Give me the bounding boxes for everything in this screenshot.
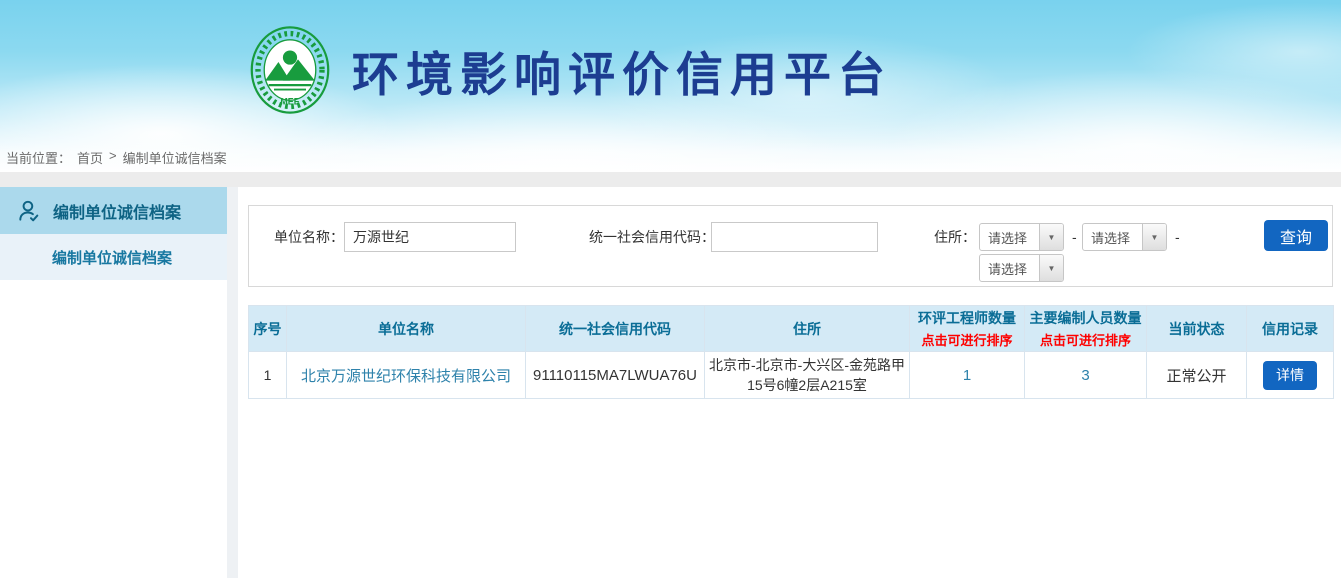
engineer-count-title: 环评工程师数量 [918, 310, 1016, 326]
staff-count-link[interactable]: 3 [1081, 367, 1089, 384]
district-select-value: 请选择 [980, 259, 1039, 278]
credit-code-label: 统一社会信用代码： [589, 222, 715, 252]
col-header-index: 序号 [249, 306, 287, 352]
divider-band [0, 172, 1341, 187]
company-name-label: 单位名称： [274, 222, 344, 252]
col-header-credit-record: 信用记录 [1247, 306, 1334, 352]
cell-address: 北京市-北京市-大兴区-金苑路甲15号6幢2层A215室 [705, 352, 910, 399]
breadcrumb-prefix: 当前位置： [6, 148, 71, 167]
detail-button[interactable]: 详情 [1263, 361, 1317, 390]
staff-sort-link[interactable]: 点击可进行排序 [1025, 330, 1146, 349]
province-select-value: 请选择 [980, 228, 1039, 247]
address-label: 住所： [934, 222, 976, 252]
address-dash-2: - [1175, 222, 1180, 252]
sidebar-item-label: 编制单位诚信档案 [53, 199, 181, 223]
breadcrumb-separator: > [109, 148, 117, 167]
city-select[interactable]: 请选择 ▼ [1082, 223, 1167, 251]
results-table-wrap: 序号 单位名称 统一社会信用代码 住所 环评工程师数量 点击可进行排序 主要编制… [248, 305, 1333, 399]
user-check-icon [16, 198, 42, 224]
results-table: 序号 单位名称 统一社会信用代码 住所 环评工程师数量 点击可进行排序 主要编制… [248, 305, 1334, 399]
col-header-company: 单位名称 [287, 306, 526, 352]
sidebar-subitem-unit-credit-archive[interactable]: 编制单位诚信档案 [0, 234, 227, 280]
page-title: 环境影响评价信用平台 [352, 36, 892, 105]
mee-logo-icon: MEE [250, 24, 330, 116]
col-header-credit-code: 统一社会信用代码 [526, 306, 705, 352]
col-header-staff-count: 主要编制人员数量 点击可进行排序 [1025, 306, 1147, 352]
city-select-value: 请选择 [1083, 228, 1142, 247]
company-name-input[interactable] [344, 222, 516, 252]
province-select[interactable]: 请选择 ▼ [979, 223, 1064, 251]
breadcrumb-current[interactable]: 编制单位诚信档案 [123, 148, 227, 167]
sidebar: 编制单位诚信档案 编制单位诚信档案 [0, 187, 227, 578]
cell-index: 1 [249, 352, 287, 399]
engineer-sort-link[interactable]: 点击可进行排序 [910, 330, 1024, 349]
engineer-count-link[interactable]: 1 [963, 367, 971, 384]
chevron-down-icon[interactable]: ▼ [1142, 224, 1166, 250]
table-header-row: 序号 单位名称 统一社会信用代码 住所 环评工程师数量 点击可进行排序 主要编制… [249, 306, 1334, 352]
page: MEE 环境影响评价信用平台 当前位置： 首页 > 编制单位诚信档案 编制单位诚… [0, 0, 1341, 578]
district-select[interactable]: 请选择 ▼ [979, 254, 1064, 282]
sidebar-item-unit-credit-archive[interactable]: 编制单位诚信档案 [0, 187, 227, 234]
chevron-down-icon[interactable]: ▼ [1039, 224, 1063, 250]
main-content: 单位名称： 统一社会信用代码： 住所： 请选择 ▼ - 请选择 ▼ - 请选择 … [238, 187, 1341, 578]
address-dash-1: - [1072, 222, 1077, 252]
logo-text: MEE [280, 97, 299, 107]
col-header-status: 当前状态 [1147, 306, 1247, 352]
sidebar-divider [227, 187, 238, 578]
table-row: 1 北京万源世纪环保科技有限公司 91110115MA7LWUA76U 北京市-… [249, 352, 1334, 399]
col-header-address: 住所 [705, 306, 910, 352]
brand: MEE 环境影响评价信用平台 [250, 24, 892, 116]
breadcrumb-home-link[interactable]: 首页 [77, 148, 103, 167]
site-header: MEE 环境影响评价信用平台 [0, 0, 1341, 172]
breadcrumb: 当前位置： 首页 > 编制单位诚信档案 [6, 148, 227, 167]
search-form-panel: 单位名称： 统一社会信用代码： 住所： 请选择 ▼ - 请选择 ▼ - 请选择 … [248, 205, 1333, 287]
chevron-down-icon[interactable]: ▼ [1039, 255, 1063, 281]
cell-credit-code: 91110115MA7LWUA76U [526, 352, 705, 399]
status-text: 正常公开 [1147, 352, 1247, 399]
col-header-engineer-count: 环评工程师数量 点击可进行排序 [910, 306, 1025, 352]
sidebar-subitem-label: 编制单位诚信档案 [52, 247, 172, 268]
credit-code-input[interactable] [711, 222, 878, 252]
company-name-link[interactable]: 北京万源世纪环保科技有限公司 [301, 368, 511, 385]
staff-count-title: 主要编制人员数量 [1030, 310, 1142, 326]
search-button[interactable]: 查询 [1264, 220, 1328, 251]
